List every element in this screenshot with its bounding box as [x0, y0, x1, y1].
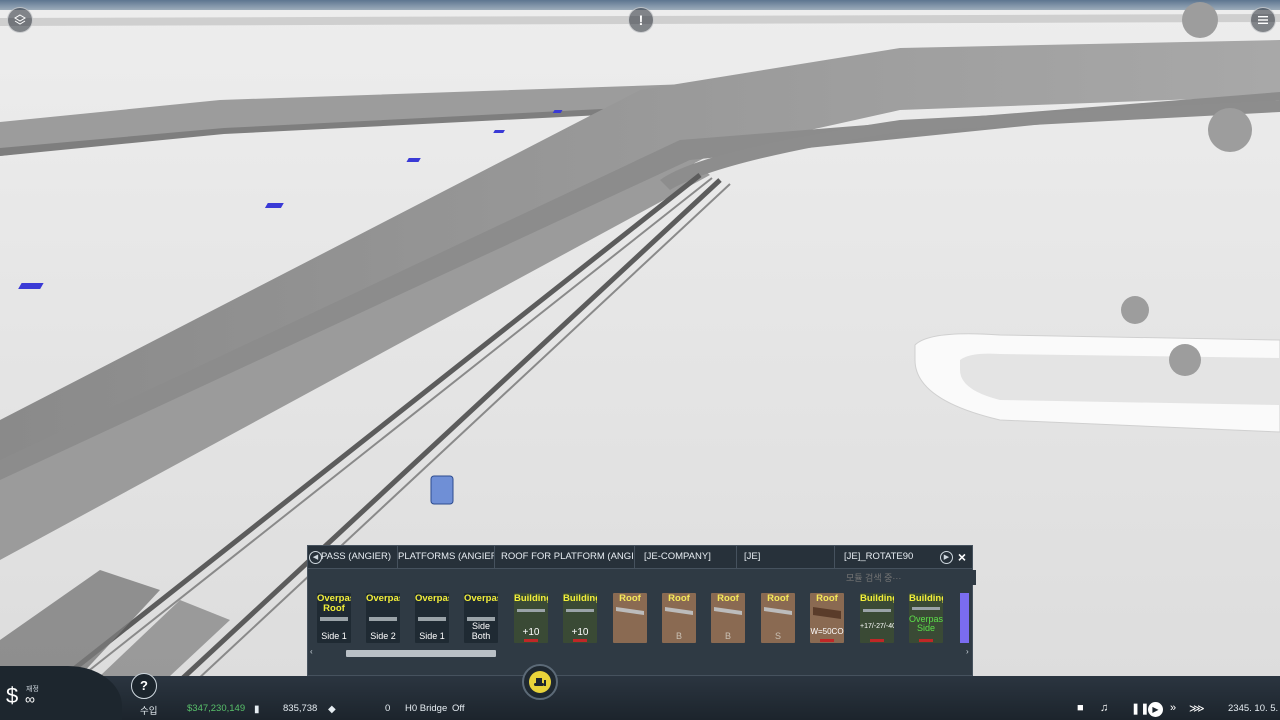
- population-icon: ▮: [254, 704, 260, 715]
- population-value: 835,738: [283, 703, 318, 714]
- module-thumb-title: Overpass Roof: [317, 593, 351, 614]
- module-thumb-title: Building: [514, 593, 548, 604]
- module-thumb-subtitle: +10: [522, 627, 540, 638]
- asset-panel: ◀ PASS (ANGIER) PLATFORMS (ANGIER) ROOF …: [307, 545, 976, 676]
- red-marker: [820, 639, 834, 642]
- building-preview-icon: [566, 609, 594, 612]
- roof-preview-icon: [813, 607, 841, 619]
- module-thumb[interactable]: Overpass Side Both: [464, 593, 498, 643]
- tab-je-rotate90[interactable]: [JE]_ROTATE90: [844, 546, 934, 568]
- cargo-icon: ◆: [328, 704, 336, 715]
- bulldoze-button[interactable]: [522, 664, 558, 700]
- module-thumb-subtitle: +17/-27/-40: [860, 623, 894, 630]
- module-thumb[interactable]: Roof B: [711, 593, 745, 643]
- module-thumb[interactable]: Roof S: [761, 593, 795, 643]
- module-thumb[interactable]: Overpass Side 1: [415, 593, 449, 643]
- module-thumb-subtitle: B: [724, 631, 731, 641]
- tab-roof-platform-angier[interactable]: ROOF FOR PLATFORM (ANGIER): [501, 546, 635, 568]
- camera-icon[interactable]: ■: [1077, 702, 1084, 714]
- game-date: 2345. 10. 5.: [1228, 703, 1279, 714]
- module-thumb[interactable]: Roof: [613, 593, 647, 643]
- tab-je-company[interactable]: [JE-COMPANY]: [644, 546, 737, 568]
- menu-icon: [1258, 16, 1268, 24]
- module-thumb-title: Overpass: [415, 593, 449, 604]
- module-thumb-subtitle: B: [675, 631, 682, 641]
- building-preview-icon: [912, 607, 940, 610]
- module-thumb-title: Overpass: [366, 593, 400, 604]
- main-menu-button[interactable]: [1250, 7, 1276, 33]
- module-thumb-title: Roof: [619, 593, 641, 604]
- dollar-icon: $: [6, 683, 19, 708]
- tab-platforms-angier[interactable]: PLATFORMS (ANGIER): [398, 546, 495, 568]
- faster-forward-icon[interactable]: ⋙: [1189, 702, 1205, 715]
- module-thumb-subtitle: Side 1: [419, 631, 445, 641]
- module-thumb-subtitle: S: [774, 631, 781, 641]
- module-thumb[interactable]: Overpass Side 2: [366, 593, 400, 643]
- module-thumb-title: Roof: [767, 593, 789, 604]
- fast-forward-icon[interactable]: »: [1170, 702, 1176, 714]
- red-marker: [870, 639, 884, 642]
- bridge-toggle[interactable]: Off: [452, 703, 465, 714]
- horizontal-scrollbar[interactable]: [346, 650, 496, 657]
- layers-icon: [14, 14, 26, 25]
- roof-preview-icon: [616, 607, 644, 615]
- income-label: 수입: [140, 706, 158, 717]
- close-panel-button[interactable]: ×: [954, 546, 970, 568]
- roof-preview-icon: [714, 607, 742, 615]
- module-thumb-title: Building: [909, 593, 943, 604]
- module-thumb[interactable]: Building Overpass Side: [909, 593, 943, 643]
- tab-scroll-right-icon[interactable]: ▶: [940, 551, 953, 564]
- scroll-right-icon[interactable]: ›: [966, 647, 969, 656]
- module-thumb[interactable]: Roof B: [662, 593, 696, 643]
- overpass-preview-icon: [418, 617, 446, 621]
- roof-preview-icon: [764, 607, 792, 615]
- module-thumb[interactable]: Building +17/-27/-40: [860, 593, 894, 643]
- red-marker: [573, 639, 587, 642]
- scroll-left-icon[interactable]: ‹: [310, 647, 313, 656]
- cargo-value: 0: [385, 703, 391, 714]
- help-button[interactable]: ?: [131, 673, 157, 699]
- pause-icon[interactable]: ❚❚: [1131, 702, 1149, 715]
- red-marker: [919, 639, 933, 642]
- tab-overpass-angier[interactable]: PASS (ANGIER): [321, 546, 398, 568]
- module-thumb-title: Roof: [717, 593, 739, 604]
- module-thumb-title: Building: [563, 593, 597, 604]
- roof-preview-icon: [665, 607, 693, 615]
- module-thumb-title: Building: [860, 593, 894, 604]
- layers-button[interactable]: [7, 7, 33, 33]
- module-thumb-subtitle: +10: [571, 627, 589, 638]
- tab-bar: ◀ PASS (ANGIER) PLATFORMS (ANGIER) ROOF …: [308, 546, 972, 569]
- module-thumb[interactable]: Overpass Roof Side 1: [317, 593, 351, 643]
- bulldozer-icon: [534, 678, 546, 686]
- play-button[interactable]: ▶: [1148, 702, 1163, 717]
- module-thumb-title: Overpass: [464, 593, 498, 604]
- overpass-preview-icon: [369, 617, 397, 621]
- building-preview-icon: [863, 609, 891, 612]
- overpass-preview-icon: [320, 617, 348, 621]
- warning-button[interactable]: !: [628, 7, 654, 33]
- module-thumb[interactable]: Building +10: [514, 593, 548, 643]
- module-thumb-subtitle: W=50CO: [810, 627, 844, 636]
- module-thumb-subtitle: Side 1: [321, 631, 347, 641]
- building-preview-icon: [517, 609, 545, 612]
- music-icon[interactable]: ♫: [1100, 702, 1108, 714]
- module-thumb-title: Roof: [816, 593, 838, 604]
- income-value: $347,230,149: [187, 703, 246, 714]
- module-thumb-subtitle: Side Both: [471, 621, 491, 641]
- red-marker: [524, 639, 538, 642]
- warning-icon: !: [638, 12, 644, 28]
- module-thumb[interactable]: Roof W=50CO: [810, 593, 844, 643]
- bridge-label: H0 Bridge: [405, 703, 448, 714]
- module-thumb[interactable]: Building +10: [563, 593, 597, 643]
- module-search-input[interactable]: [842, 570, 976, 585]
- module-thumb-title: Roof: [668, 593, 690, 604]
- tab-je[interactable]: [JE]: [744, 546, 835, 568]
- module-thumb-subtitle: Overpass Side: [909, 614, 943, 633]
- play-icon: ▶: [1152, 705, 1159, 714]
- finance-value: ∞: [25, 691, 35, 707]
- vertical-scrollbar[interactable]: [960, 593, 969, 643]
- module-thumb-subtitle: Side 2: [370, 631, 396, 641]
